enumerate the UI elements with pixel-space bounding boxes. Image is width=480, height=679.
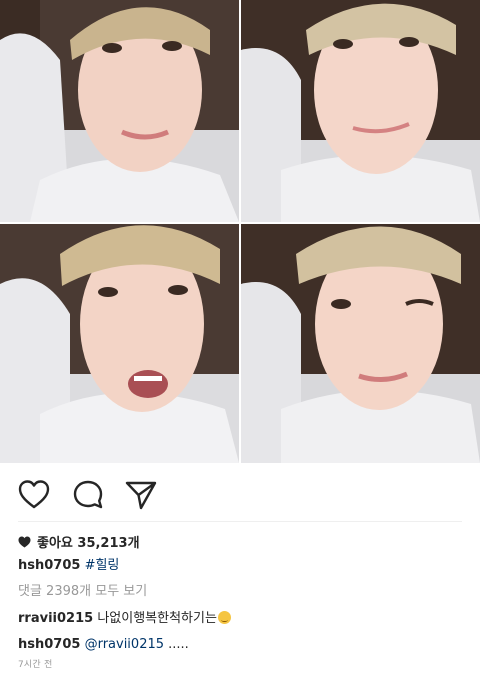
comment-username[interactable]: hsh0705 bbox=[18, 637, 80, 652]
likes-count[interactable]: 좋아요 35,213개 bbox=[18, 535, 140, 553]
send-paper-plane-icon[interactable] bbox=[124, 478, 158, 512]
action-divider bbox=[18, 521, 462, 522]
post-caption: hsh0705 #힐링 bbox=[18, 557, 119, 575]
comment-bubble-icon[interactable] bbox=[71, 478, 105, 512]
collage-photo-3 bbox=[0, 224, 239, 463]
photo-collage[interactable] bbox=[0, 0, 480, 463]
relieved-face-emoji-icon bbox=[217, 611, 231, 624]
post-timestamp: 7시간 전 bbox=[18, 660, 53, 670]
comment-username[interactable]: rravii0215 bbox=[18, 611, 93, 626]
comment-text: ..... bbox=[164, 637, 189, 652]
comment-item: hsh0705 @rravii0215 ..... bbox=[18, 636, 189, 654]
collage-photo-1 bbox=[0, 0, 239, 222]
view-all-comments-link[interactable]: 댓글 2398개 모두 보기 bbox=[18, 583, 147, 601]
caption-hashtag[interactable]: #힐링 bbox=[85, 558, 120, 573]
likes-label: 좋아요 35,213개 bbox=[37, 536, 140, 551]
comment-text: 나없이행복한척하기는 bbox=[97, 611, 217, 626]
heart-filled-icon bbox=[18, 536, 31, 548]
collage-photo-4 bbox=[241, 224, 480, 463]
heart-outline-icon[interactable] bbox=[17, 478, 51, 512]
comment-mention[interactable]: @rravii0215 bbox=[85, 637, 164, 652]
comment-item: rravii0215 나없이행복한척하기는 bbox=[18, 610, 231, 628]
collage-photo-2 bbox=[241, 0, 480, 222]
caption-username[interactable]: hsh0705 bbox=[18, 558, 80, 573]
post-action-bar bbox=[0, 470, 480, 518]
